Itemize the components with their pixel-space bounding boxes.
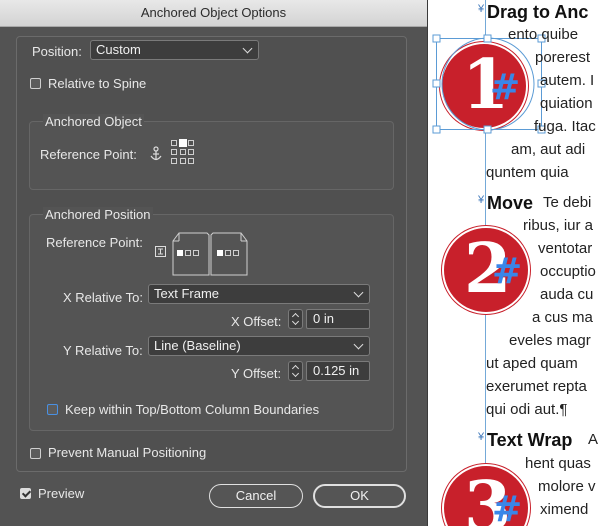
ok-button[interactable]: OK [313,484,406,508]
x-offset-input[interactable]: 0 in [306,309,370,329]
y-offset-input[interactable]: 0.125 in [306,361,370,381]
anchor-icon [150,146,162,161]
prevent-manual-positioning-label: Prevent Manual Positioning [48,445,207,460]
section-2-heading-tail: Te debi [543,194,592,211]
badge-3-hash: # [492,489,523,526]
text-line: molore v [538,478,596,495]
text-line: fuga. Itac [534,118,596,135]
text-line: autem. I [540,72,595,89]
keep-within-checkbox[interactable] [47,404,58,415]
x-relative-value: Text Frame [154,286,220,301]
document-page: Drag to Anc ¥ 1 # ento quibe porerest au… [428,0,600,526]
keep-within-label: Keep within Top/Bottom Column Boundaries [65,402,320,417]
text-line: ventotar [538,240,593,257]
text-line: exerumet repta [486,378,587,395]
text-line: a cus ma [532,309,593,326]
relative-to-spine-checkbox[interactable] [30,78,41,89]
dialog-title: Anchored Object Options [0,0,427,27]
anchored-object-title: Anchored Object [43,114,144,129]
anchor-marker-2: ¥ [478,194,485,206]
text-line: eveles magr [509,332,591,349]
text-line: ento quibe [508,26,579,43]
position-dropdown[interactable]: Custom [90,40,259,60]
number-badge-3[interactable]: 3 # [442,464,530,526]
chevron-down-icon [353,339,364,350]
position-label: Position: [32,44,82,59]
options-panel: Position: Custom Relative to Spine Ancho… [16,36,407,472]
y-relative-dropdown[interactable]: Line (Baseline) [148,336,370,356]
text-line: hent quas [525,455,591,472]
y-relative-label: Y Relative To: [63,343,143,358]
text-line: ut aped quam [486,355,578,372]
section-3-heading-tail: A [588,431,599,448]
section-1-heading: Drag to Anc [487,2,589,22]
object-reference-point-label: Reference Point: [40,147,137,162]
anchored-position-group: Anchored Position Reference Point: X Rel… [29,207,394,431]
number-badge-2[interactable]: 2 # [442,226,530,314]
text-line: porerest [535,49,591,66]
chevron-down-icon [353,287,364,298]
spread-reference-icon [155,246,166,257]
anchor-marker-3: ¥ [478,431,485,443]
cancel-button[interactable]: Cancel [209,484,303,508]
section-3-heading: Text Wrap [487,430,573,450]
x-offset-stepper[interactable] [288,309,303,329]
y-offset-label: Y Offset: [231,366,282,381]
x-relative-dropdown[interactable]: Text Frame [148,284,370,304]
badge-2-hash: # [492,251,523,292]
y-relative-value: Line (Baseline) [154,338,241,353]
text-line: qui odi aut.¶ [486,401,568,418]
anchored-object-group: Anchored Object Reference Point: [29,114,394,190]
text-line: ribus, iur a [523,217,594,234]
position-reference-point-label: Reference Point: [46,235,143,250]
relative-to-spine-label: Relative to Spine [48,76,147,91]
anchor-marker-1: ¥ [478,3,485,15]
preview-label: Preview [38,486,85,501]
text-line: auda cu [540,286,594,303]
anchored-object-options-dialog: Anchored Object Options Position: Custom… [0,0,428,526]
text-line: occuptio [540,263,596,280]
chevron-down-icon [242,43,253,54]
section-2-heading: Move [487,193,534,213]
anchored-position-title: Anchored Position [43,207,153,222]
text-line: quiation [540,95,593,112]
text-line: quntem quia [486,164,569,181]
prevent-manual-positioning-checkbox[interactable] [30,448,41,459]
object-reference-point-selector[interactable] [171,139,197,166]
text-line: am, aut adi [511,141,586,158]
page-spread-reference-selector[interactable] [171,231,249,277]
x-relative-label: X Relative To: [63,290,143,305]
y-offset-stepper[interactable] [288,361,303,381]
text-line: ximend [540,501,589,518]
preview-checkbox[interactable] [20,488,31,499]
selection-frame[interactable] [432,34,546,134]
position-value: Custom [96,42,141,57]
x-offset-label: X Offset: [231,314,282,329]
